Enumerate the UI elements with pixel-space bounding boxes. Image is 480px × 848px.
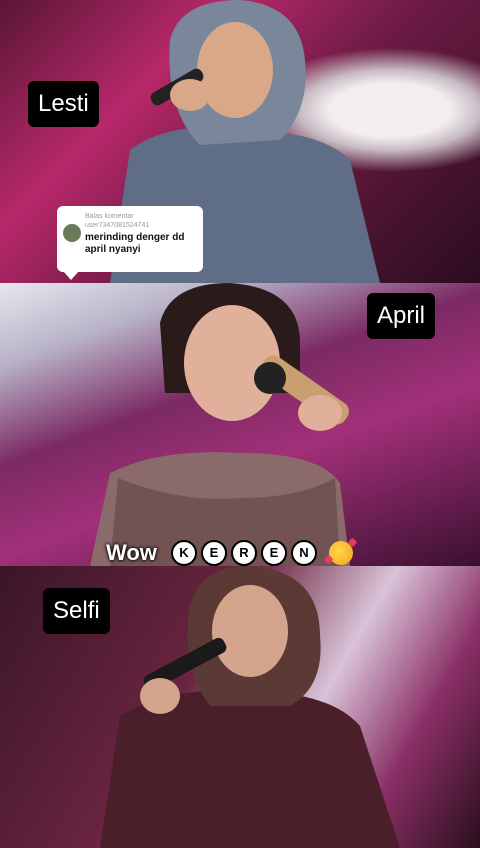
caption-letter: K [170, 540, 197, 566]
comment-text: merinding denger dd april nyanyi [85, 232, 185, 255]
caption-letter: N [290, 540, 317, 566]
caption-letter: E [200, 540, 227, 566]
panel-label-selfi: Selfi [43, 588, 110, 634]
commenter-avatar [63, 224, 81, 242]
video-panel-selfi: Selfi [0, 566, 480, 848]
commenter-username: user7347081524741 [85, 222, 150, 229]
panel-label-april: April [367, 293, 436, 339]
smiling-face-with-hearts-icon [328, 541, 353, 565]
caption-overlay: Wow K E R E N [106, 536, 353, 570]
video-panel-april: April [0, 283, 480, 566]
caption-letter: E [260, 540, 287, 566]
panel-label-lesti: Lesti [28, 81, 99, 127]
reply-comment-bubble[interactable]: Balas komentar user7347081524741 merindi… [57, 206, 203, 280]
reply-header: Balas komentar [85, 213, 134, 220]
caption-letter: R [230, 540, 257, 566]
caption-prefix: Wow [106, 540, 157, 565]
